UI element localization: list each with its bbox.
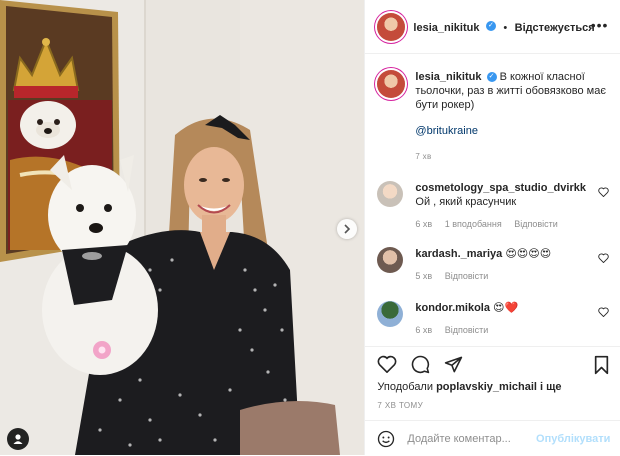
liked-by-user[interactable]: poplavskiy_michail — [436, 381, 537, 393]
verified-badge-icon: ✓ — [485, 21, 496, 32]
comment-time: 6 хв — [415, 219, 433, 229]
caption-avatar[interactable] — [377, 70, 406, 98]
comment-author[interactable]: cosmetology_spa_studio_dvirkk — [415, 182, 586, 194]
post-side-panel: lesia_nikituk ✓ • Відстежується ••• lesi… — [364, 0, 620, 455]
comment-like-heart-icon[interactable] — [598, 253, 610, 263]
comment-time: 6 хв — [415, 325, 433, 335]
photo-scene — [0, 0, 365, 455]
comment-text: Ой , який красунчик — [415, 196, 517, 208]
caption-mention-link[interactable]: @britukraine — [415, 124, 609, 138]
comment-time: 5 хв — [415, 271, 433, 281]
post-time-ago: 7 ХВ ТОМУ — [377, 401, 424, 410]
comment-author[interactable]: kondor.mikola — [415, 302, 490, 314]
comment-text: 😍😍😍😍 — [505, 248, 552, 260]
tagged-users-button[interactable] — [7, 428, 29, 450]
liked-by-others[interactable]: і ще — [540, 381, 562, 393]
comment-input[interactable] — [405, 431, 530, 446]
comment-icon[interactable] — [411, 355, 430, 374]
author-username[interactable]: lesia_nikituk — [413, 22, 479, 34]
verified-badge-icon: ✓ — [486, 72, 497, 83]
comment-author[interactable]: kardash._mariya — [415, 248, 502, 260]
carousel-next-button[interactable] — [337, 219, 357, 239]
author-line: lesia_nikituk ✓ • Відстежується — [413, 18, 595, 36]
comment-like-heart-icon[interactable] — [598, 307, 610, 317]
comment-reply-button[interactable]: Відповісти — [445, 325, 489, 335]
instagram-post: lesia_nikituk ✓ • Відстежується ••• lesi… — [0, 0, 620, 455]
caption-time: 7 хв — [415, 152, 432, 161]
comment-reply-button[interactable]: Відповісти — [514, 219, 558, 229]
liked-by-prefix: Уподобали — [377, 381, 433, 393]
publish-comment-button[interactable]: Опублікувати — [536, 433, 610, 445]
comment-item: kondor.mikola 😍❤️ 6 хв Відповісти — [377, 301, 610, 337]
like-heart-icon[interactable] — [377, 355, 397, 373]
liked-by-summary: Уподобали poplavskiy_michail і ще — [377, 381, 561, 393]
post-header: lesia_nikituk ✓ • Відстежується ••• — [365, 0, 620, 54]
post-photo[interactable] — [0, 0, 365, 455]
comment-reply-button[interactable]: Відповісти — [445, 271, 489, 281]
share-direct-icon[interactable] — [444, 355, 463, 374]
follow-separator: • — [503, 21, 508, 34]
emoji-smile-icon[interactable] — [377, 430, 395, 448]
more-options-icon[interactable]: ••• — [591, 17, 609, 33]
comment-item: kardash._mariya 😍😍😍😍 5 хв Відповісти — [377, 247, 610, 283]
save-bookmark-icon[interactable] — [593, 355, 610, 375]
comments-feed[interactable]: lesia_nikituk ✓ В кожної класної тьолочк… — [365, 54, 620, 346]
author-avatar[interactable] — [377, 12, 406, 41]
action-icons — [377, 355, 463, 374]
comment-item: cosmetology_spa_studio_dvirkk Ой , який … — [377, 181, 610, 231]
commenter-avatar[interactable] — [377, 301, 404, 327]
comment-text: 😍❤️ — [493, 302, 519, 314]
commenter-avatar[interactable] — [377, 247, 404, 273]
caption-author[interactable]: lesia_nikituk — [415, 71, 481, 83]
comment-likes-count[interactable]: 1 вподобання — [445, 219, 502, 229]
comment-composer: Опублікувати — [365, 420, 620, 456]
commenter-avatar[interactable] — [377, 181, 404, 207]
following-button[interactable]: Відстежується — [515, 22, 595, 34]
user-tag-icon — [13, 434, 23, 444]
chevron-right-icon — [344, 224, 351, 234]
comment-like-heart-icon[interactable] — [598, 187, 610, 197]
caption: lesia_nikituk ✓ В кожної класної тьолочк… — [377, 70, 609, 164]
